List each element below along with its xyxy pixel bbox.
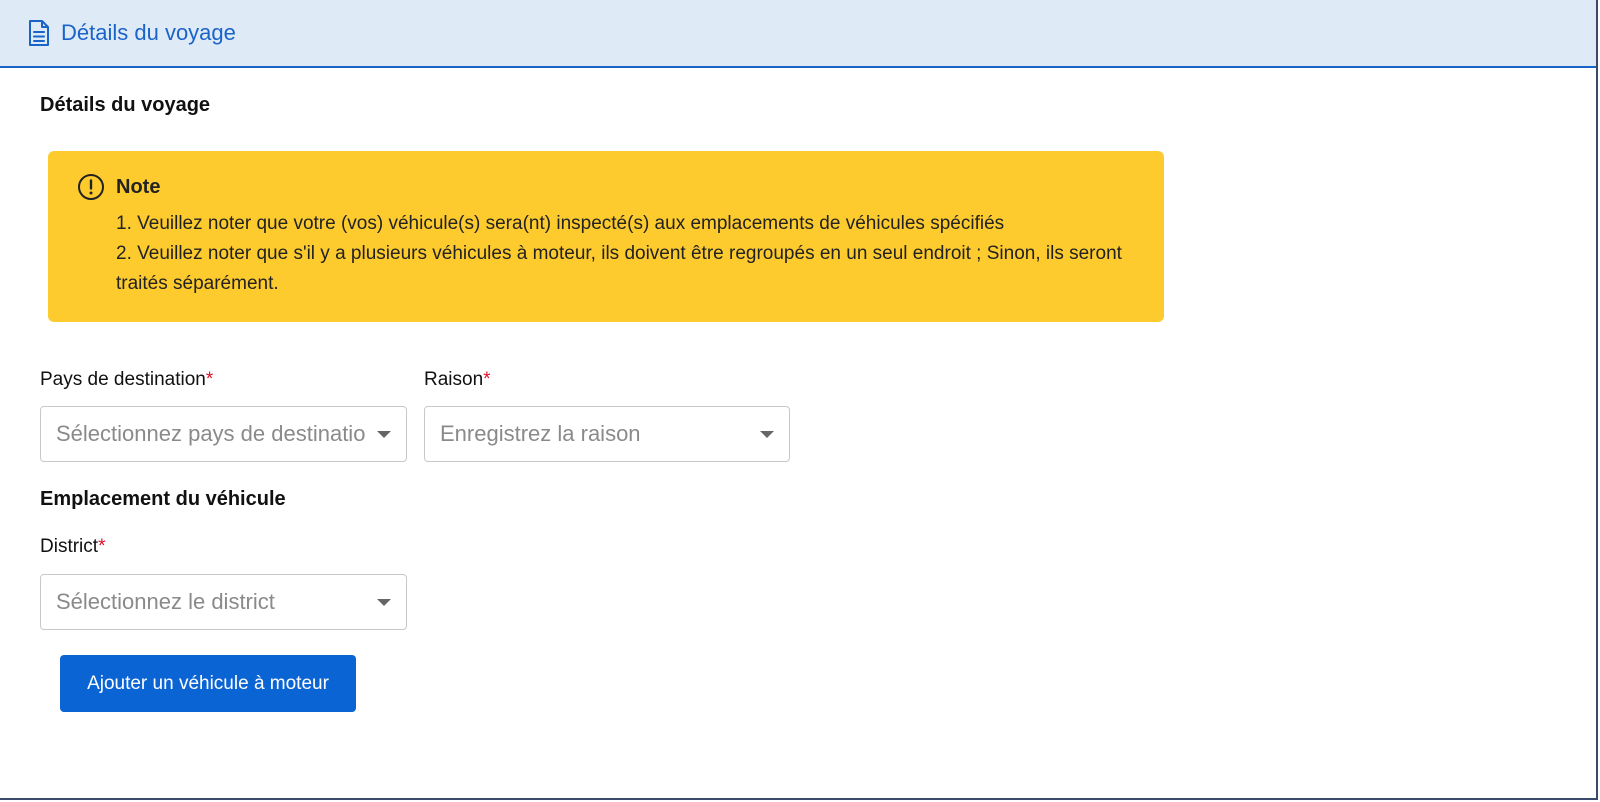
reason-select[interactable]: Enregistrez la raison xyxy=(424,406,790,462)
district-placeholder: Sélectionnez le district xyxy=(56,589,275,614)
chevron-down-icon xyxy=(760,431,774,438)
district-label-text: District xyxy=(40,536,99,557)
note-item: 2. Veuillez noter que s'il y a plusieurs… xyxy=(116,243,1122,294)
required-mark: * xyxy=(483,369,491,390)
chevron-down-icon xyxy=(377,599,391,606)
note-box: Note 1. Veuillez noter que votre (vos) v… xyxy=(48,151,1164,322)
trip-details-panel: Détails du voyage Détails du voyage Note… xyxy=(0,0,1598,800)
required-mark: * xyxy=(98,536,106,557)
district-select[interactable]: Sélectionnez le district xyxy=(40,574,407,630)
required-mark: * xyxy=(205,369,214,390)
reason-label: Raison* xyxy=(424,369,491,391)
document-icon xyxy=(29,20,49,46)
destination-select[interactable]: Sélectionnez pays de destination xyxy=(40,406,407,462)
reason-label-text: Raison xyxy=(424,369,484,390)
note-list: 1. Veuillez noter que votre (vos) véhicu… xyxy=(77,209,1136,299)
chevron-down-icon xyxy=(377,431,391,438)
note-header: Note xyxy=(77,173,1136,201)
vehicle-location-title: Emplacement du véhicule xyxy=(40,488,286,510)
section-title: Détails du voyage xyxy=(40,94,211,116)
add-vehicle-button[interactable]: Ajouter un véhicule à moteur xyxy=(60,655,356,712)
destination-label: Pays de destination* xyxy=(40,369,213,391)
panel-header: Détails du voyage xyxy=(0,0,1596,68)
panel-title: Détails du voyage xyxy=(61,20,236,45)
reason-placeholder: Enregistrez la raison xyxy=(440,421,641,446)
district-label: District* xyxy=(40,536,105,558)
note-item: 1. Veuillez noter que votre (vos) véhicu… xyxy=(116,213,1005,234)
destination-label-text: Pays de destination xyxy=(40,369,206,390)
alert-circle-icon xyxy=(78,174,104,200)
note-title: Note xyxy=(116,175,161,198)
destination-placeholder: Sélectionnez pays de destination xyxy=(56,421,366,446)
